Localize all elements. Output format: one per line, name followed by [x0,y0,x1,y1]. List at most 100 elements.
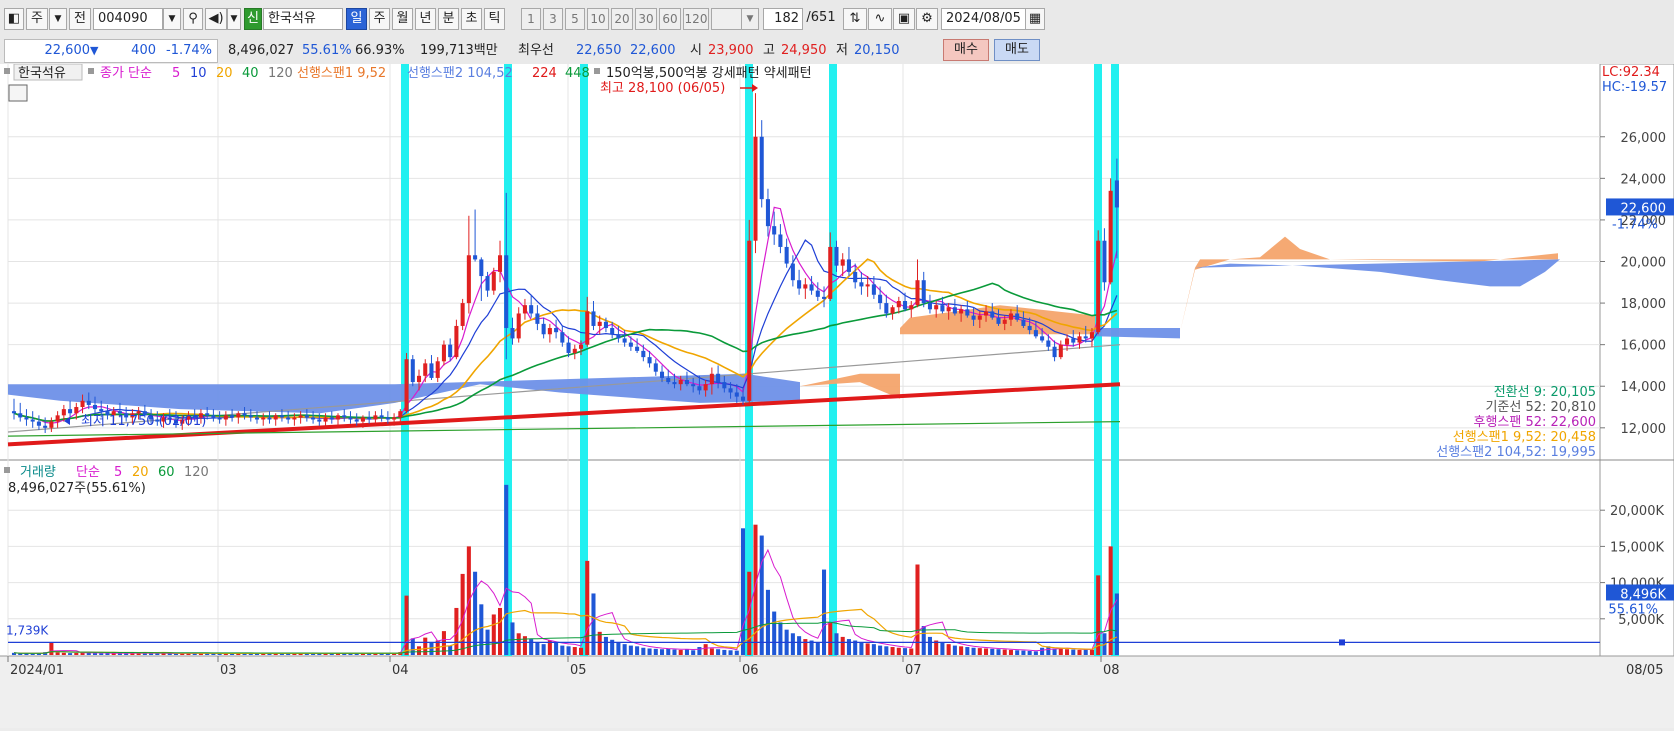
candle-body [267,417,272,420]
candle-body [977,315,982,320]
volume-bar [479,604,484,655]
interval-button-5[interactable]: 30 [635,8,657,30]
quote-bar: 22,600 ▼ 400 -1.74% 8,496,027 55.61% 66.… [0,36,1674,65]
candle-body [504,255,509,329]
volume-bar [1040,647,1045,655]
candle-body [840,259,845,266]
volume-reference-marker [1339,639,1345,646]
candle-body [1002,319,1007,324]
chart-area[interactable]: 한국석유 종가 단순 5 10 20 40 120 선행스팬1 9,52 선행스팬2 104,5… [0,63,1674,729]
interval-button-2[interactable]: 5 [565,8,585,30]
mode-select[interactable]: 주 [26,8,48,30]
indicator-icon[interactable]: ⇅ [843,8,867,30]
search-icon[interactable]: ⚲ [183,8,203,30]
mode-dropdown-icon[interactable]: ▼ [49,8,67,30]
volume-bar [628,645,633,655]
interval-button-1[interactable]: 3 [543,8,563,30]
volume-bar [603,636,608,655]
candle-body [940,305,945,312]
volume-bar [535,641,540,655]
period-tab-4[interactable]: 분 [438,8,459,30]
candle-body [1108,190,1113,283]
low-price: 20,150 [854,43,900,58]
volume-bar [716,649,721,655]
current-price: 22,600 [44,43,91,58]
candle-body [236,413,241,418]
volume-bar [1077,649,1082,655]
candle-body [92,404,98,410]
interval-button-6[interactable]: 60 [659,8,681,30]
candle-body [572,348,577,353]
last-volume-pct: 55.61% [1608,602,1658,617]
gear-icon[interactable]: ⚙ [916,8,938,30]
candle-body [741,396,746,401]
interval-button-3[interactable]: 10 [587,8,609,30]
buy-button[interactable]: 매수 [943,39,989,61]
candle-body [610,328,615,335]
candle-body [24,417,29,420]
volume-bar [1015,650,1020,655]
candle-body [915,280,920,306]
candle-body [61,409,66,416]
count-input[interactable]: 182 [763,8,803,30]
interval-button-7[interactable]: 120 [683,8,709,30]
price-tick-label: 20,000 [1621,256,1667,271]
code-dropdown-icon[interactable]: ▼ [163,8,181,30]
volume-bar [778,622,783,655]
volume-bar [647,648,652,655]
candle-body [697,386,702,391]
stock-code-input[interactable]: 004090 [93,8,163,30]
candle-body [597,321,602,326]
date-input[interactable]: 2024/08/05 [941,8,1027,30]
volume-bar [977,648,982,655]
sell-button[interactable]: 매도 [994,39,1040,61]
interval-button-4[interactable]: 20 [611,8,633,30]
candle-body [772,226,777,235]
volume-bar [591,593,596,655]
candle-body [11,411,17,414]
calendar-icon[interactable]: ▦ [1025,8,1045,30]
candle-body [1071,338,1076,343]
prev-button[interactable]: 전 [69,8,91,30]
save-icon[interactable]: ▣ [893,8,915,30]
period-tab-2[interactable]: 월 [392,8,413,30]
volume-bar [672,649,677,655]
period-tab-6[interactable]: 틱 [484,8,505,30]
candle-body [778,234,783,247]
volume-legend-ma-120: 120 [184,465,209,480]
volume-bar [578,647,584,655]
stock-chart[interactable]: 한국석유 종가 단순 5 10 20 40 120 선행스팬1 9,52 선행스팬2 104,5… [0,63,1674,729]
candle-body [691,384,696,387]
interval-dropdown-icon[interactable]: ▼ [741,8,759,30]
prev-label: 전 [74,11,86,26]
period-tab-1[interactable]: 주 [369,8,390,30]
period-tab-5[interactable]: 초 [461,8,482,30]
candle-body [822,296,827,299]
volume-note: 8,496,027주(55.61%) [8,481,146,496]
compare-icon[interactable]: ∿ [868,8,892,30]
change-value: 400 [131,43,156,58]
legend-ma-120: 120 [268,66,293,81]
stock-name-field[interactable]: 한국석유 [263,8,343,30]
candle-body [1052,346,1057,358]
period-tab-3[interactable]: 년 [415,8,436,30]
candle-body [647,357,652,364]
candle-body [734,392,739,397]
price-tick-label: 12,000 [1621,422,1667,437]
ichimoku-value-1: 기준선 52: 20,810 [1485,400,1596,415]
grid-toggle-icon[interactable] [8,84,28,102]
volume-bar [572,647,577,655]
candle-body [784,246,789,264]
sound-dropdown-icon[interactable]: ▼ [227,8,241,30]
sound-icon[interactable]: ◀) [205,8,227,30]
interval-button-0[interactable]: 1 [521,8,541,30]
volume-bar [516,633,521,655]
candle-body [765,199,770,227]
candle-body [385,417,390,420]
candle-body [603,321,608,329]
period-tab-0[interactable]: 일 [346,8,367,30]
candle-body [541,323,546,335]
lc-value: LC:92.34 [1602,65,1660,80]
layout-icon[interactable]: ◧ [4,8,24,30]
volume-bar [709,648,714,655]
